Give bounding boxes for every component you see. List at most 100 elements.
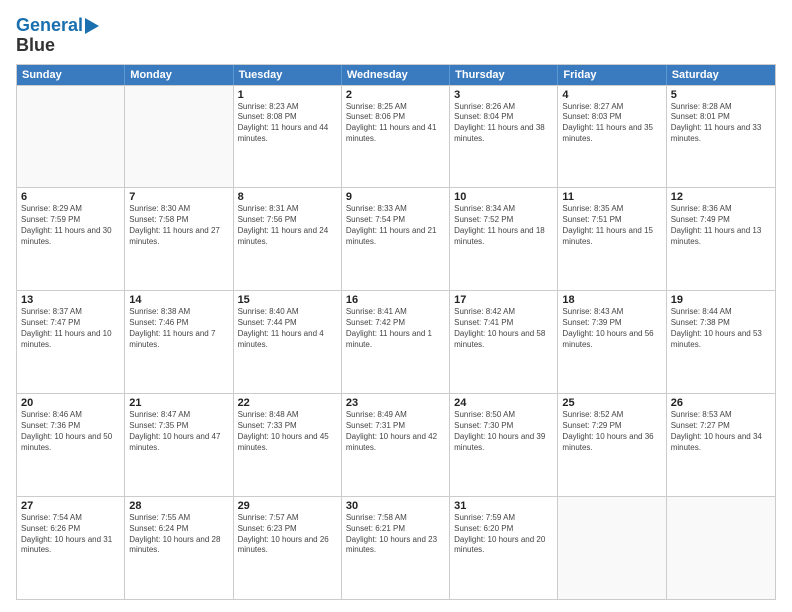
day-cell-28: 28Sunrise: 7:55 AM Sunset: 6:24 PM Dayli… (125, 497, 233, 599)
calendar-row-2: 13Sunrise: 8:37 AM Sunset: 7:47 PM Dayli… (17, 290, 775, 393)
day-cell-25: 25Sunrise: 8:52 AM Sunset: 7:29 PM Dayli… (558, 394, 666, 496)
day-info: Sunrise: 8:53 AM Sunset: 7:27 PM Dayligh… (671, 410, 771, 453)
day-info: Sunrise: 8:47 AM Sunset: 7:35 PM Dayligh… (129, 410, 228, 453)
day-number: 21 (129, 397, 228, 409)
header-cell-thursday: Thursday (450, 65, 558, 85)
day-info: Sunrise: 8:29 AM Sunset: 7:59 PM Dayligh… (21, 204, 120, 247)
day-cell-18: 18Sunrise: 8:43 AM Sunset: 7:39 PM Dayli… (558, 291, 666, 393)
day-cell-26: 26Sunrise: 8:53 AM Sunset: 7:27 PM Dayli… (667, 394, 775, 496)
day-number: 25 (562, 397, 661, 409)
header-cell-sunday: Sunday (17, 65, 125, 85)
empty-cell-4-5 (558, 497, 666, 599)
day-number: 30 (346, 500, 445, 512)
day-number: 24 (454, 397, 553, 409)
logo-arrow-icon (85, 18, 99, 34)
day-info: Sunrise: 8:40 AM Sunset: 7:44 PM Dayligh… (238, 307, 337, 350)
day-info: Sunrise: 8:50 AM Sunset: 7:30 PM Dayligh… (454, 410, 553, 453)
day-info: Sunrise: 7:54 AM Sunset: 6:26 PM Dayligh… (21, 513, 120, 556)
day-info: Sunrise: 8:38 AM Sunset: 7:46 PM Dayligh… (129, 307, 228, 350)
day-cell-2: 2Sunrise: 8:25 AM Sunset: 8:06 PM Daylig… (342, 86, 450, 188)
day-cell-24: 24Sunrise: 8:50 AM Sunset: 7:30 PM Dayli… (450, 394, 558, 496)
day-info: Sunrise: 8:28 AM Sunset: 8:01 PM Dayligh… (671, 102, 771, 145)
day-number: 8 (238, 191, 337, 203)
day-number: 15 (238, 294, 337, 306)
day-info: Sunrise: 8:34 AM Sunset: 7:52 PM Dayligh… (454, 204, 553, 247)
day-cell-6: 6Sunrise: 8:29 AM Sunset: 7:59 PM Daylig… (17, 188, 125, 290)
logo: General Blue (16, 16, 99, 56)
empty-cell-0-1 (125, 86, 233, 188)
day-cell-15: 15Sunrise: 8:40 AM Sunset: 7:44 PM Dayli… (234, 291, 342, 393)
calendar-header: SundayMondayTuesdayWednesdayThursdayFrid… (17, 65, 775, 85)
day-cell-31: 31Sunrise: 7:59 AM Sunset: 6:20 PM Dayli… (450, 497, 558, 599)
day-number: 22 (238, 397, 337, 409)
day-cell-19: 19Sunrise: 8:44 AM Sunset: 7:38 PM Dayli… (667, 291, 775, 393)
day-number: 3 (454, 89, 553, 101)
header-cell-saturday: Saturday (667, 65, 775, 85)
day-info: Sunrise: 8:43 AM Sunset: 7:39 PM Dayligh… (562, 307, 661, 350)
day-cell-30: 30Sunrise: 7:58 AM Sunset: 6:21 PM Dayli… (342, 497, 450, 599)
day-info: Sunrise: 8:26 AM Sunset: 8:04 PM Dayligh… (454, 102, 553, 145)
day-cell-29: 29Sunrise: 7:57 AM Sunset: 6:23 PM Dayli… (234, 497, 342, 599)
day-number: 31 (454, 500, 553, 512)
day-cell-20: 20Sunrise: 8:46 AM Sunset: 7:36 PM Dayli… (17, 394, 125, 496)
day-cell-11: 11Sunrise: 8:35 AM Sunset: 7:51 PM Dayli… (558, 188, 666, 290)
day-number: 12 (671, 191, 771, 203)
day-number: 16 (346, 294, 445, 306)
empty-cell-0-0 (17, 86, 125, 188)
day-cell-12: 12Sunrise: 8:36 AM Sunset: 7:49 PM Dayli… (667, 188, 775, 290)
calendar-body: 1Sunrise: 8:23 AM Sunset: 8:08 PM Daylig… (17, 85, 775, 599)
header-cell-monday: Monday (125, 65, 233, 85)
day-info: Sunrise: 8:46 AM Sunset: 7:36 PM Dayligh… (21, 410, 120, 453)
day-number: 14 (129, 294, 228, 306)
day-info: Sunrise: 7:57 AM Sunset: 6:23 PM Dayligh… (238, 513, 337, 556)
calendar: SundayMondayTuesdayWednesdayThursdayFrid… (16, 64, 776, 600)
day-info: Sunrise: 8:23 AM Sunset: 8:08 PM Dayligh… (238, 102, 337, 145)
day-number: 4 (562, 89, 661, 101)
day-info: Sunrise: 8:35 AM Sunset: 7:51 PM Dayligh… (562, 204, 661, 247)
logo-text: General (16, 16, 83, 36)
day-cell-13: 13Sunrise: 8:37 AM Sunset: 7:47 PM Dayli… (17, 291, 125, 393)
header-cell-tuesday: Tuesday (234, 65, 342, 85)
day-info: Sunrise: 8:41 AM Sunset: 7:42 PM Dayligh… (346, 307, 445, 350)
day-cell-22: 22Sunrise: 8:48 AM Sunset: 7:33 PM Dayli… (234, 394, 342, 496)
day-number: 19 (671, 294, 771, 306)
day-info: Sunrise: 7:59 AM Sunset: 6:20 PM Dayligh… (454, 513, 553, 556)
day-cell-3: 3Sunrise: 8:26 AM Sunset: 8:04 PM Daylig… (450, 86, 558, 188)
day-info: Sunrise: 8:37 AM Sunset: 7:47 PM Dayligh… (21, 307, 120, 350)
day-number: 29 (238, 500, 337, 512)
header-cell-wednesday: Wednesday (342, 65, 450, 85)
day-cell-1: 1Sunrise: 8:23 AM Sunset: 8:08 PM Daylig… (234, 86, 342, 188)
day-cell-5: 5Sunrise: 8:28 AM Sunset: 8:01 PM Daylig… (667, 86, 775, 188)
calendar-row-0: 1Sunrise: 8:23 AM Sunset: 8:08 PM Daylig… (17, 85, 775, 188)
day-cell-14: 14Sunrise: 8:38 AM Sunset: 7:46 PM Dayli… (125, 291, 233, 393)
day-cell-27: 27Sunrise: 7:54 AM Sunset: 6:26 PM Dayli… (17, 497, 125, 599)
day-number: 13 (21, 294, 120, 306)
day-info: Sunrise: 7:58 AM Sunset: 6:21 PM Dayligh… (346, 513, 445, 556)
calendar-row-4: 27Sunrise: 7:54 AM Sunset: 6:26 PM Dayli… (17, 496, 775, 599)
day-number: 10 (454, 191, 553, 203)
day-number: 2 (346, 89, 445, 101)
day-info: Sunrise: 8:48 AM Sunset: 7:33 PM Dayligh… (238, 410, 337, 453)
header-cell-friday: Friday (558, 65, 666, 85)
day-cell-17: 17Sunrise: 8:42 AM Sunset: 7:41 PM Dayli… (450, 291, 558, 393)
page: General Blue SundayMondayTuesdayWednesda… (0, 0, 792, 612)
logo-blue: Blue (16, 36, 55, 56)
day-cell-7: 7Sunrise: 8:30 AM Sunset: 7:58 PM Daylig… (125, 188, 233, 290)
day-number: 9 (346, 191, 445, 203)
day-number: 11 (562, 191, 661, 203)
day-number: 17 (454, 294, 553, 306)
day-number: 1 (238, 89, 337, 101)
day-number: 7 (129, 191, 228, 203)
day-info: Sunrise: 8:42 AM Sunset: 7:41 PM Dayligh… (454, 307, 553, 350)
day-info: Sunrise: 8:25 AM Sunset: 8:06 PM Dayligh… (346, 102, 445, 145)
day-number: 27 (21, 500, 120, 512)
day-number: 6 (21, 191, 120, 203)
day-info: Sunrise: 8:31 AM Sunset: 7:56 PM Dayligh… (238, 204, 337, 247)
day-cell-23: 23Sunrise: 8:49 AM Sunset: 7:31 PM Dayli… (342, 394, 450, 496)
day-number: 23 (346, 397, 445, 409)
day-number: 26 (671, 397, 771, 409)
day-number: 18 (562, 294, 661, 306)
day-cell-16: 16Sunrise: 8:41 AM Sunset: 7:42 PM Dayli… (342, 291, 450, 393)
day-info: Sunrise: 8:30 AM Sunset: 7:58 PM Dayligh… (129, 204, 228, 247)
calendar-row-1: 6Sunrise: 8:29 AM Sunset: 7:59 PM Daylig… (17, 187, 775, 290)
